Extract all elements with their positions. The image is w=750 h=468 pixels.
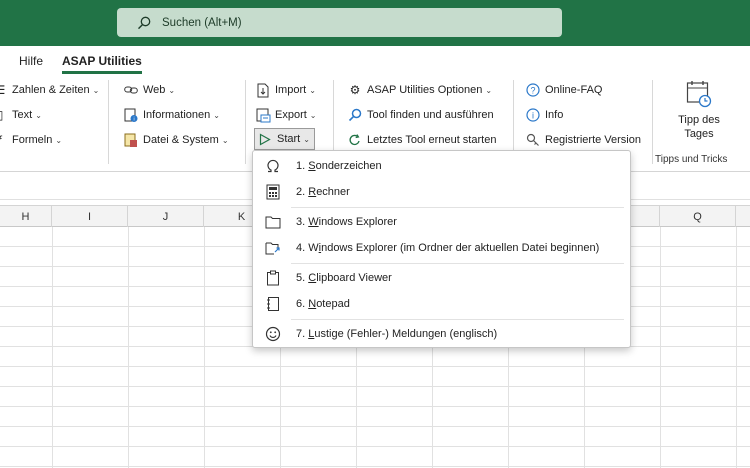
link-icon — [123, 82, 139, 98]
refresh-icon — [347, 132, 363, 148]
ribbon-info[interactable]: i Info — [525, 106, 563, 124]
ribbon-datei-system[interactable]: Datei & System ⌄ — [123, 131, 229, 149]
formula-icon: ƒ — [0, 132, 8, 148]
ribbon-start-button[interactable]: Start ⌄ — [254, 128, 315, 150]
search-box[interactable]: Suchen (Alt+M) — [117, 8, 562, 37]
ribbon-letztes-tool[interactable]: Letztes Tool erneut starten — [347, 131, 496, 149]
column-header-q[interactable]: Q — [660, 206, 736, 228]
tab-hilfe[interactable]: Hilfe — [19, 54, 43, 68]
import-icon — [255, 82, 271, 98]
title-bar: Suchen (Alt+M) — [0, 0, 750, 46]
ribbon-import[interactable]: Import ⌄ — [255, 81, 316, 99]
tipp-des-tages-button[interactable]: Tipp des Tages — [663, 80, 735, 141]
svg-text:i: i — [532, 111, 534, 121]
search-tool-icon — [347, 107, 363, 123]
calendar-icon — [686, 80, 712, 108]
text-icon: ▯ — [0, 107, 8, 123]
menu-item-clipboard-viewer[interactable]: 5. Clipboard Viewer — [253, 265, 630, 291]
menu-item-lustige-meldungen[interactable]: 7. Lustige (Fehler-) Meldungen (englisch… — [253, 321, 630, 347]
ribbon-zahlen-zeiten[interactable]: ☰ Zahlen & Zeiten⌄ — [0, 81, 99, 99]
ribbon-separator — [108, 80, 109, 164]
tab-asap-utilities[interactable]: ASAP Utilities — [62, 54, 142, 74]
column-header-j[interactable]: J — [128, 206, 204, 228]
tipp-line2: Tages — [684, 128, 714, 140]
grid-line — [52, 227, 53, 468]
ribbon-asap-optionen[interactable]: ⚙ ASAP Utilities Optionen ⌄ — [347, 81, 492, 99]
info-sheet-icon: i — [123, 107, 139, 123]
gear-icon: ⚙ — [349, 83, 361, 97]
ribbon-tool-finden[interactable]: Tool finden und ausführen — [347, 106, 494, 124]
column-header-i[interactable]: I — [52, 206, 128, 228]
ribbon-web[interactable]: Web ⌄ — [123, 81, 175, 99]
column-header-blank[interactable] — [736, 206, 750, 228]
grid-line — [128, 227, 129, 468]
export-icon — [255, 107, 271, 123]
ribbon-separator — [652, 80, 653, 164]
ribbon-export[interactable]: Export ⌄ — [255, 106, 317, 124]
menu-separator — [291, 263, 624, 264]
folder-icon — [264, 213, 282, 231]
grid-line — [736, 227, 737, 468]
menu-item-sonderzeichen[interactable]: 1. Sonderzeichen — [253, 153, 630, 179]
group-label-tipps: Tipps und Tricks — [655, 154, 728, 165]
calculator-icon — [264, 183, 282, 201]
help-icon: ? — [525, 82, 541, 98]
notepad-icon — [264, 295, 282, 313]
play-icon — [257, 131, 273, 147]
menu-item-rechner[interactable]: 2. Rechner — [253, 179, 630, 205]
folder-arrow-icon — [264, 239, 282, 257]
grid-line — [660, 227, 661, 468]
menu-item-notepad[interactable]: 6. Notepad — [253, 291, 630, 317]
menu-separator — [291, 319, 624, 320]
menu-separator — [291, 207, 624, 208]
start-dropdown-menu: 1. Sonderzeichen 2. Rechner 3. Windows E… — [252, 150, 631, 348]
svg-text:?: ? — [530, 86, 535, 96]
clipboard-icon — [264, 269, 282, 287]
ribbon-registrierte-version[interactable]: Registrierte Version — [525, 131, 641, 149]
ribbon-separator — [245, 80, 246, 164]
numbers-icon: ☰ — [0, 82, 8, 98]
menu-item-windows-explorer-ordner[interactable]: 4. Windows Explorer (im Ordner der aktue… — [253, 235, 630, 261]
ribbon-tabs: Hilfe ASAP Utilities — [0, 46, 750, 74]
menu-item-windows-explorer[interactable]: 3. Windows Explorer — [253, 209, 630, 235]
tipp-line1: Tipp des — [678, 114, 720, 126]
ribbon-formeln[interactable]: ƒ Formeln⌄ — [0, 131, 62, 149]
file-system-icon — [123, 132, 139, 148]
ribbon-text[interactable]: ▯ Text⌄ — [0, 106, 42, 124]
search-placeholder: Suchen (Alt+M) — [162, 16, 242, 29]
info-icon: i — [525, 107, 541, 123]
smiley-icon — [264, 325, 282, 343]
grid-line — [204, 227, 205, 468]
ribbon-online-faq[interactable]: ? Online-FAQ — [525, 81, 602, 99]
column-header-h[interactable]: H — [0, 206, 52, 228]
key-icon — [525, 132, 541, 148]
svg-text:i: i — [133, 116, 134, 122]
omega-icon — [264, 157, 282, 175]
ribbon-informationen[interactable]: i Informationen ⌄ — [123, 106, 220, 124]
search-icon — [137, 16, 151, 30]
